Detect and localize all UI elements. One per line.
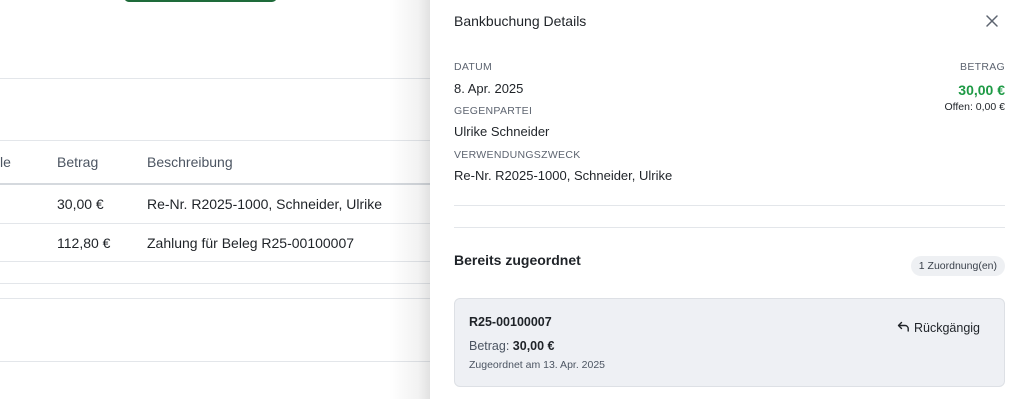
datum-label: DATUM [454, 61, 493, 73]
undo-label: Rückgängig [913, 321, 980, 335]
column-header-beschreibung[interactable]: Beschreibung [147, 154, 233, 170]
assigned-section-title: Bereits zugeordnet [454, 252, 581, 268]
divider [454, 227, 1005, 228]
table-header-border [0, 183, 440, 185]
drawer-title: Bankbuchung Details [454, 13, 587, 29]
undo-button[interactable]: Rückgängig [897, 319, 980, 337]
divider [0, 140, 440, 141]
betrag-label: BETRAG [960, 61, 1005, 73]
primary-action-button[interactable] [124, 0, 277, 2]
divider [0, 298, 440, 299]
assigned-item-card: R25-00100007 Betrag: 30,00 € Zugeordnet … [454, 298, 1005, 387]
divider [454, 205, 1005, 206]
verwendungszweck-label: VERWENDUNGSZWECK [454, 149, 581, 161]
drawer-shadow [389, 0, 431, 399]
cell-betrag: 112,80 € [57, 235, 111, 251]
assigned-item-reference: R25-00100007 [469, 315, 552, 329]
assigned-item-date: Zugeordnet am 13. Apr. 2025 [469, 359, 606, 371]
datum-value: 8. Apr. 2025 [454, 81, 524, 96]
details-drawer: Bankbuchung Details DATUM 8. Apr. 2025 B… [430, 0, 1021, 399]
divider [0, 361, 440, 362]
column-header-partial[interactable]: le [0, 154, 11, 170]
betrag-value: 30,00 € [958, 82, 1005, 98]
row-divider [0, 283, 440, 284]
amount-value: 30,00 € [512, 339, 555, 353]
gegenpartei-value: Ulrike Schneider [454, 124, 550, 139]
cell-beschreibung: Zahlung für Beleg R25-00100007 [147, 235, 355, 251]
row-divider [0, 261, 440, 262]
close-icon[interactable] [983, 12, 1001, 30]
offen-value: Offen: 0,00 € [944, 101, 1005, 113]
verwendungszweck-value: Re-Nr. R2025-1000, Schneider, Ulrike [454, 168, 673, 183]
amount-label: Betrag: [469, 339, 510, 353]
screen: le Betrag Beschreibung 30,00 € Re-Nr. R2… [0, 0, 1021, 399]
cell-beschreibung: Re-Nr. R2025-1000, Schneider, Ulrike [147, 196, 383, 212]
cell-betrag: 30,00 € [57, 196, 104, 212]
row-divider [0, 223, 440, 224]
assigned-item-amount: Betrag: 30,00 € [469, 339, 555, 353]
column-header-betrag[interactable]: Betrag [57, 154, 98, 170]
undo-icon [897, 321, 910, 336]
gegenpartei-label: GEGENPARTEI [454, 105, 533, 117]
divider [0, 78, 440, 79]
assignment-count-badge: 1 Zuordnung(en) [910, 256, 1005, 276]
